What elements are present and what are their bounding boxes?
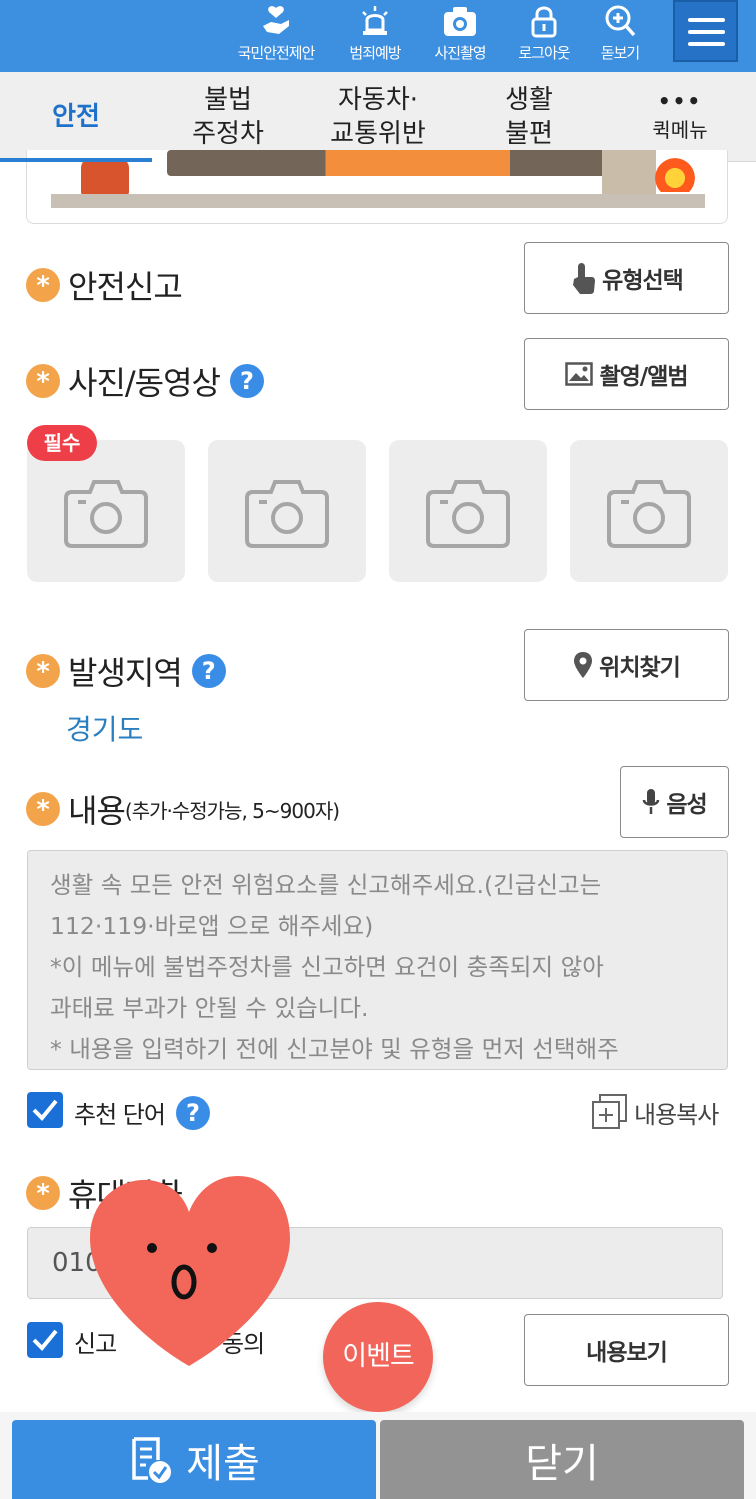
header-item-safety-proposal[interactable]: 국민안전제안 <box>228 4 324 66</box>
copy-plus-icon <box>592 1094 627 1129</box>
section-label: 내용 <box>68 792 126 830</box>
event-floating-button[interactable]: 이벤트 <box>323 1302 433 1412</box>
map-pin-icon <box>574 652 593 678</box>
hamburger-menu-icon <box>688 18 725 22</box>
heart-sticker-overlay <box>90 1176 290 1366</box>
type-select-button[interactable]: 유형선택 <box>524 242 729 314</box>
hand-heart-icon <box>263 6 289 34</box>
more-dots-icon: ••• <box>657 89 703 113</box>
close-label: 닫기 <box>525 1440 599 1487</box>
microphone-icon <box>643 789 660 814</box>
location-section: * 발생지역 ? <box>26 648 226 694</box>
copy-content-label: 내용복사 <box>634 1100 719 1129</box>
hamburger-line <box>688 30 725 34</box>
tab-safety[interactable]: 안전 <box>0 72 152 162</box>
siren-icon <box>362 6 388 35</box>
required-badge: 필수 <box>27 425 97 461</box>
placeholder-line: * 내용을 입력하기 전에 신고분야 및 유형을 먼저 선택해주 <box>50 1035 619 1063</box>
magnifier-plus-icon <box>605 5 636 37</box>
tab-label: 자동차· 교통위반 <box>330 85 426 149</box>
help-icon[interactable]: ? <box>176 1096 210 1130</box>
section-label: 안전신고 <box>68 268 183 306</box>
document-check-icon <box>132 1436 172 1483</box>
hamburger-menu-button[interactable] <box>673 0 738 62</box>
required-asterisk-icon: * <box>26 1176 60 1210</box>
header-item-photo[interactable]: 사진촬영 <box>412 4 508 66</box>
banner-text-graphic <box>167 150 607 176</box>
photo-slot-4[interactable] <box>570 440 728 582</box>
pointer-hand-icon <box>573 263 596 294</box>
placeholder-line: *이 메뉴에 불법주정차를 신고하면 요건이 충족되지 않아 <box>50 953 604 981</box>
copy-content-button[interactable]: 내용복사 <box>590 1093 719 1131</box>
voice-input-button[interactable]: 음성 <box>620 766 729 838</box>
placeholder-line: 112·119·바로앱 으로 해주세요) <box>50 912 374 940</box>
section-label: 사진/동영상 <box>68 364 221 402</box>
header-item-label: 범죄예방 <box>349 44 401 62</box>
camera-icon <box>444 7 476 36</box>
submit-label: 제출 <box>186 1440 260 1487</box>
header-item-magnifier[interactable]: 돋보기 <box>572 4 668 66</box>
required-asterisk-icon: * <box>26 792 60 826</box>
required-asterisk-icon: * <box>26 364 60 398</box>
camera-album-label: 촬영/앨범 <box>599 364 688 390</box>
required-asterisk-icon: * <box>26 268 60 302</box>
top-bar: 국민안전제안 범죄예방 사진촬영 로그아웃 돋보기 <box>0 0 756 72</box>
required-asterisk-icon: * <box>26 654 60 688</box>
banner-building-image <box>602 150 656 194</box>
voice-label: 음성 <box>666 792 707 818</box>
tab-label: 불법 주정차 <box>192 85 264 149</box>
content-textarea[interactable]: 생활 속 모든 안전 위험요소를 신고해주세요.(긴급신고는 112·119·바… <box>27 850 728 1070</box>
header-item-label: 국민안전제안 <box>237 44 316 62</box>
close-button[interactable]: 닫기 <box>380 1420 744 1499</box>
checkmark-icon <box>32 1099 58 1121</box>
tab-living-inconvenience[interactable]: 생활 불편 <box>466 72 592 162</box>
banner-firefighter-image <box>81 158 129 196</box>
fire-icon <box>655 152 695 192</box>
submit-button[interactable]: 제출 <box>12 1420 376 1499</box>
help-icon[interactable]: ? <box>229 364 264 398</box>
header-item-crime-prevention[interactable]: 범죄예방 <box>327 4 423 66</box>
placeholder-line: 생활 속 모든 안전 위험요소를 신고해주세요.(긴급신고는 <box>50 871 602 899</box>
content-length-hint: (추가·수정가능, 5~900자) <box>124 798 340 823</box>
consent-checkbox[interactable] <box>27 1322 63 1358</box>
image-gallery-icon <box>565 362 594 386</box>
help-icon[interactable]: ? <box>191 654 226 688</box>
camera-icon <box>64 480 148 548</box>
hamburger-line <box>688 42 725 46</box>
recommend-words-checkbox[interactable] <box>27 1092 63 1128</box>
section-label: 발생지역 <box>68 654 183 692</box>
tab-quick-menu[interactable]: ••• 퀵메뉴 <box>620 72 740 162</box>
type-select-label: 유형선택 <box>602 268 684 294</box>
recommend-words-label[interactable]: 추천 단어 <box>74 1095 166 1130</box>
view-content-label: 내용보기 <box>586 1340 668 1366</box>
location-address[interactable]: 경기도 <box>66 708 143 748</box>
view-content-button[interactable]: 내용보기 <box>524 1314 729 1386</box>
banner-ground-strip <box>51 194 705 208</box>
photo-slot-3[interactable] <box>389 440 547 582</box>
find-location-label: 위치찾기 <box>599 655 681 681</box>
category-tab-bar: 안전 불법 주정차 자동차· 교통위반 생활 불편 ••• 퀵메뉴 <box>0 72 756 162</box>
quick-menu-label: 퀵메뉴 <box>652 118 708 142</box>
tab-traffic-violation[interactable]: 자동차· 교통위반 <box>308 72 448 162</box>
header-item-label: 사진촬영 <box>434 44 486 62</box>
camera-icon <box>607 480 691 548</box>
find-location-button[interactable]: 위치찾기 <box>524 629 729 701</box>
checkmark-icon <box>32 1329 58 1351</box>
content-section: * 내용 (추가·수정가능, 5~900자) <box>26 786 340 832</box>
header-item-label: 돋보기 <box>600 44 640 62</box>
tab-illegal-parking[interactable]: 불법 주정차 <box>160 72 296 162</box>
camera-icon <box>426 480 510 548</box>
lock-icon <box>531 6 557 38</box>
placeholder-line: 과태료 부과가 안될 수 있습니다. <box>50 994 369 1022</box>
tab-label: 생활 불편 <box>505 85 553 149</box>
photo-slot-2[interactable] <box>208 440 366 582</box>
camera-album-button[interactable]: 촬영/앨범 <box>524 338 729 410</box>
tab-label: 안전 <box>52 102 100 132</box>
safety-report-section: * 안전신고 <box>26 262 183 308</box>
photo-slot-1[interactable] <box>27 440 185 582</box>
media-section: * 사진/동영상 ? <box>26 358 264 404</box>
camera-icon <box>245 480 329 548</box>
active-tab-indicator <box>0 158 152 162</box>
